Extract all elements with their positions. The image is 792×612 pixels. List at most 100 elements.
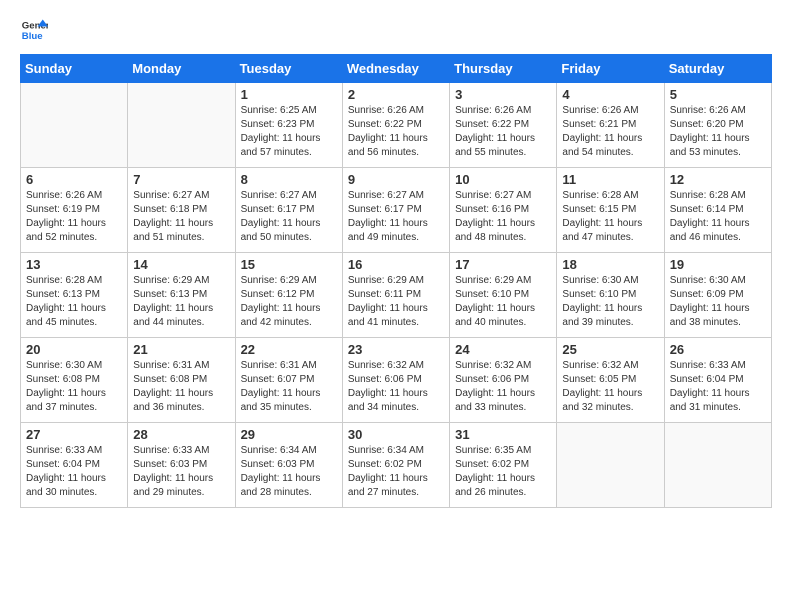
calendar-cell: 28 Sunrise: 6:33 AM Sunset: 6:03 PM Dayli… (128, 423, 235, 508)
logo-icon: General Blue (20, 16, 48, 44)
cell-info: Sunrise: 6:33 AM Sunset: 6:04 PM Dayligh… (670, 359, 766, 415)
calendar-cell: 14 Sunrise: 6:29 AM Sunset: 6:13 PM Dayli… (128, 253, 235, 338)
calendar-cell: 30 Sunrise: 6:34 AM Sunset: 6:02 PM Dayli… (342, 423, 449, 508)
day-number: 26 (670, 342, 766, 357)
calendar-cell: 10 Sunrise: 6:27 AM Sunset: 6:16 PM Dayli… (450, 168, 557, 253)
calendar-cell (664, 423, 771, 508)
weekday-saturday: Saturday (664, 55, 771, 83)
calendar-cell: 22 Sunrise: 6:31 AM Sunset: 6:07 PM Dayli… (235, 338, 342, 423)
page: General Blue SundayMondayTuesdayWednesda… (0, 0, 792, 612)
calendar-cell: 2 Sunrise: 6:26 AM Sunset: 6:22 PM Daylig… (342, 83, 449, 168)
cell-info: Sunrise: 6:29 AM Sunset: 6:12 PM Dayligh… (241, 274, 337, 330)
logo: General Blue (20, 16, 48, 44)
day-number: 17 (455, 257, 551, 272)
day-number: 25 (562, 342, 658, 357)
cell-info: Sunrise: 6:32 AM Sunset: 6:06 PM Dayligh… (455, 359, 551, 415)
day-number: 13 (26, 257, 122, 272)
calendar-cell (128, 83, 235, 168)
day-number: 14 (133, 257, 229, 272)
calendar-cell (21, 83, 128, 168)
cell-info: Sunrise: 6:26 AM Sunset: 6:19 PM Dayligh… (26, 189, 122, 245)
weekday-friday: Friday (557, 55, 664, 83)
day-number: 31 (455, 427, 551, 442)
day-number: 27 (26, 427, 122, 442)
svg-text:Blue: Blue (22, 31, 43, 42)
cell-info: Sunrise: 6:25 AM Sunset: 6:23 PM Dayligh… (241, 104, 337, 160)
day-number: 19 (670, 257, 766, 272)
cell-info: Sunrise: 6:28 AM Sunset: 6:14 PM Dayligh… (670, 189, 766, 245)
calendar-cell: 11 Sunrise: 6:28 AM Sunset: 6:15 PM Dayli… (557, 168, 664, 253)
weekday-wednesday: Wednesday (342, 55, 449, 83)
day-number: 12 (670, 172, 766, 187)
day-number: 10 (455, 172, 551, 187)
cell-info: Sunrise: 6:33 AM Sunset: 6:04 PM Dayligh… (26, 444, 122, 500)
calendar-cell: 7Sunrise: 6:27 AM Sunset: 6:18 PM Daylig… (128, 168, 235, 253)
weekday-sunday: Sunday (21, 55, 128, 83)
calendar-cell: 20Sunrise: 6:30 AM Sunset: 6:08 PM Dayli… (21, 338, 128, 423)
calendar-cell: 9 Sunrise: 6:27 AM Sunset: 6:17 PM Daylig… (342, 168, 449, 253)
cell-info: Sunrise: 6:32 AM Sunset: 6:05 PM Dayligh… (562, 359, 658, 415)
day-number: 1 (241, 87, 337, 102)
calendar-cell: 13 Sunrise: 6:28 AM Sunset: 6:13 PM Dayli… (21, 253, 128, 338)
calendar-cell: 16 Sunrise: 6:29 AM Sunset: 6:11 PM Dayli… (342, 253, 449, 338)
cell-info: Sunrise: 6:27 AM Sunset: 6:17 PM Dayligh… (348, 189, 444, 245)
calendar-cell: 12 Sunrise: 6:28 AM Sunset: 6:14 PM Dayli… (664, 168, 771, 253)
cell-info: Sunrise: 6:30 AM Sunset: 6:08 PM Dayligh… (26, 359, 122, 415)
cell-info: Sunrise: 6:34 AM Sunset: 6:02 PM Dayligh… (348, 444, 444, 500)
calendar-cell: 6Sunrise: 6:26 AM Sunset: 6:19 PM Daylig… (21, 168, 128, 253)
calendar-cell: 18 Sunrise: 6:30 AM Sunset: 6:10 PM Dayli… (557, 253, 664, 338)
calendar-cell: 15Sunrise: 6:29 AM Sunset: 6:12 PM Dayli… (235, 253, 342, 338)
calendar-cell: 19 Sunrise: 6:30 AM Sunset: 6:09 PM Dayli… (664, 253, 771, 338)
day-number: 2 (348, 87, 444, 102)
calendar-cell: 25 Sunrise: 6:32 AM Sunset: 6:05 PM Dayli… (557, 338, 664, 423)
calendar-cell: 17 Sunrise: 6:29 AM Sunset: 6:10 PM Dayli… (450, 253, 557, 338)
cell-info: Sunrise: 6:30 AM Sunset: 6:09 PM Dayligh… (670, 274, 766, 330)
cell-info: Sunrise: 6:30 AM Sunset: 6:10 PM Dayligh… (562, 274, 658, 330)
cell-info: Sunrise: 6:28 AM Sunset: 6:15 PM Dayligh… (562, 189, 658, 245)
calendar-week-2: 6Sunrise: 6:26 AM Sunset: 6:19 PM Daylig… (21, 168, 772, 253)
weekday-header-row: SundayMondayTuesdayWednesdayThursdayFrid… (21, 55, 772, 83)
calendar-week-1: 1 Sunrise: 6:25 AM Sunset: 6:23 PM Daylig… (21, 83, 772, 168)
cell-info: Sunrise: 6:29 AM Sunset: 6:10 PM Dayligh… (455, 274, 551, 330)
day-number: 23 (348, 342, 444, 357)
calendar-cell: 8 Sunrise: 6:27 AM Sunset: 6:17 PM Daylig… (235, 168, 342, 253)
cell-info: Sunrise: 6:26 AM Sunset: 6:22 PM Dayligh… (348, 104, 444, 160)
day-number: 21 (133, 342, 229, 357)
cell-info: Sunrise: 6:26 AM Sunset: 6:22 PM Dayligh… (455, 104, 551, 160)
day-number: 28 (133, 427, 229, 442)
cell-info: Sunrise: 6:27 AM Sunset: 6:17 PM Dayligh… (241, 189, 337, 245)
calendar-cell: 3Sunrise: 6:26 AM Sunset: 6:22 PM Daylig… (450, 83, 557, 168)
cell-info: Sunrise: 6:34 AM Sunset: 6:03 PM Dayligh… (241, 444, 337, 500)
calendar-cell: 31 Sunrise: 6:35 AM Sunset: 6:02 PM Dayli… (450, 423, 557, 508)
day-number: 29 (241, 427, 337, 442)
calendar-week-5: 27 Sunrise: 6:33 AM Sunset: 6:04 PM Dayli… (21, 423, 772, 508)
day-number: 24 (455, 342, 551, 357)
day-number: 9 (348, 172, 444, 187)
cell-info: Sunrise: 6:29 AM Sunset: 6:13 PM Dayligh… (133, 274, 229, 330)
weekday-tuesday: Tuesday (235, 55, 342, 83)
day-number: 8 (241, 172, 337, 187)
cell-info: Sunrise: 6:31 AM Sunset: 6:07 PM Dayligh… (241, 359, 337, 415)
day-number: 18 (562, 257, 658, 272)
calendar-table: SundayMondayTuesdayWednesdayThursdayFrid… (20, 54, 772, 508)
day-number: 7 (133, 172, 229, 187)
calendar-cell: 26 Sunrise: 6:33 AM Sunset: 6:04 PM Dayli… (664, 338, 771, 423)
calendar-cell: 4 Sunrise: 6:26 AM Sunset: 6:21 PM Daylig… (557, 83, 664, 168)
weekday-monday: Monday (128, 55, 235, 83)
calendar-week-4: 20Sunrise: 6:30 AM Sunset: 6:08 PM Dayli… (21, 338, 772, 423)
calendar-cell (557, 423, 664, 508)
calendar-cell: 23Sunrise: 6:32 AM Sunset: 6:06 PM Dayli… (342, 338, 449, 423)
calendar-cell: 1 Sunrise: 6:25 AM Sunset: 6:23 PM Daylig… (235, 83, 342, 168)
cell-info: Sunrise: 6:29 AM Sunset: 6:11 PM Dayligh… (348, 274, 444, 330)
cell-info: Sunrise: 6:35 AM Sunset: 6:02 PM Dayligh… (455, 444, 551, 500)
day-number: 22 (241, 342, 337, 357)
day-number: 30 (348, 427, 444, 442)
calendar-cell: 21Sunrise: 6:31 AM Sunset: 6:08 PM Dayli… (128, 338, 235, 423)
cell-info: Sunrise: 6:28 AM Sunset: 6:13 PM Dayligh… (26, 274, 122, 330)
cell-info: Sunrise: 6:27 AM Sunset: 6:16 PM Dayligh… (455, 189, 551, 245)
day-number: 11 (562, 172, 658, 187)
day-number: 16 (348, 257, 444, 272)
cell-info: Sunrise: 6:26 AM Sunset: 6:21 PM Dayligh… (562, 104, 658, 160)
day-number: 4 (562, 87, 658, 102)
cell-info: Sunrise: 6:33 AM Sunset: 6:03 PM Dayligh… (133, 444, 229, 500)
